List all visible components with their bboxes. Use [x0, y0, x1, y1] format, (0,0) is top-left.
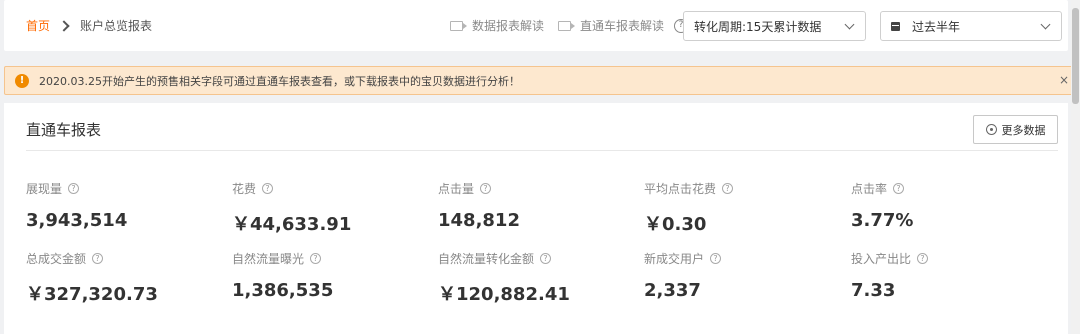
ztc-report-guide-link[interactable]: 直通车报表解读 [558, 17, 664, 34]
metric-label: 展现量 [26, 182, 63, 196]
help-icon[interactable]: ? [92, 253, 104, 264]
date-range-select[interactable]: 过去半年 [880, 11, 1062, 41]
metric-total-sales: 总成交金额? ￥327,320.73 [26, 250, 158, 306]
metric-label: 花费 [232, 182, 257, 196]
notice-text: 2020.03.25开始产生的预售相关字段可通过直通车报表查看，或下载报表中的宝… [39, 74, 520, 88]
help-icon[interactable]: ? [480, 183, 492, 194]
metric-value: ￥0.30 [644, 214, 707, 235]
gear-icon [985, 124, 997, 135]
chevron-down-icon [844, 19, 855, 30]
video-icon [450, 20, 467, 31]
help-icon[interactable]: ? [540, 253, 552, 264]
top-bar: 首页 账户总览报表 数据报表解读 直通车报表解读 ? 转化周期:15天累计数据 … [4, 0, 1068, 51]
metric-value: 1,386,535 [232, 280, 334, 301]
metric-value: 3.77% [851, 210, 914, 231]
metric-value: 148,812 [438, 210, 520, 231]
metric-clicks: 点击量? 148,812 [438, 180, 520, 231]
metric-ctr: 点击率? 3.77% [851, 180, 913, 231]
help-icon[interactable]: ? [262, 183, 274, 194]
help-icon[interactable]: ? [68, 183, 80, 194]
header-links: 数据报表解读 直通车报表解读 ? [450, 0, 689, 51]
scrollbar[interactable] [1071, 0, 1080, 334]
metric-new-buyers: 新成交用户? 2,337 [644, 250, 722, 301]
link-label: 数据报表解读 [472, 19, 545, 33]
more-data-button[interactable]: 更多数据 [973, 115, 1058, 144]
metric-label: 点击量 [438, 182, 475, 196]
metric-label: 自然流量转化金额 [438, 252, 535, 266]
metric-value: ￥120,882.41 [438, 284, 570, 305]
help-icon[interactable]: ? [310, 253, 322, 264]
chevron-down-icon [1040, 19, 1051, 30]
data-report-guide-link[interactable]: 数据报表解读 [450, 17, 544, 34]
metric-label: 平均点击花费 [644, 182, 717, 196]
help-icon[interactable]: ? [710, 253, 722, 264]
metric-value: ￥44,633.91 [232, 214, 352, 235]
scrollbar-thumb[interactable] [1072, 8, 1079, 104]
help-icon[interactable]: ? [893, 183, 905, 194]
metric-value: 2,337 [644, 280, 701, 301]
metric-avg-cpc: 平均点击花费? ￥0.30 [644, 180, 734, 236]
metric-label: 自然流量曝光 [232, 252, 305, 266]
select-value: 转化周期:15天累计数据 [694, 19, 822, 34]
metric-organic-conversion: 自然流量转化金额? ￥120,882.41 [438, 250, 570, 306]
metric-value: ￥327,320.73 [26, 284, 158, 305]
metric-label: 新成交用户 [644, 252, 705, 266]
breadcrumb-home-link[interactable]: 首页 [26, 17, 50, 34]
metric-organic-exposure: 自然流量曝光? 1,386,535 [232, 250, 333, 301]
video-icon [558, 20, 576, 31]
calendar-icon [891, 21, 900, 31]
report-panel: 直通车报表 更多数据 展现量? 3,943,514 花费? ￥44,633.91… [4, 103, 1068, 334]
select-value: 过去半年 [912, 19, 961, 34]
help-icon[interactable]: ? [917, 253, 929, 264]
chevron-right-icon [58, 19, 70, 32]
breadcrumb-current: 账户总览报表 [80, 19, 153, 33]
metric-label: 点击率 [851, 182, 888, 196]
metric-value: 3,943,514 [26, 210, 128, 231]
divider [26, 150, 1058, 151]
breadcrumb: 首页 账户总览报表 [26, 17, 152, 34]
metric-impressions: 展现量? 3,943,514 [26, 180, 127, 231]
notice-banner: ! 2020.03.25开始产生的预售相关字段可通过直通车报表查看，或下载报表中… [4, 66, 1076, 95]
conversion-period-select[interactable]: 转化周期:15天累计数据 [683, 11, 866, 41]
link-label: 直通车报表解读 [580, 19, 665, 33]
metric-roi: 投入产出比? 7.33 [851, 250, 929, 301]
help-icon[interactable]: ? [722, 183, 734, 194]
button-label: 更多数据 [1001, 123, 1046, 137]
metric-label: 投入产出比 [851, 252, 912, 266]
panel-title: 直通车报表 [26, 121, 102, 139]
metric-cost: 花费? ￥44,633.91 [232, 180, 351, 236]
close-icon[interactable]: × [1059, 73, 1069, 87]
metric-label: 总成交金额 [26, 252, 87, 266]
warning-icon: ! [15, 73, 29, 88]
metric-value: 7.33 [851, 280, 896, 301]
